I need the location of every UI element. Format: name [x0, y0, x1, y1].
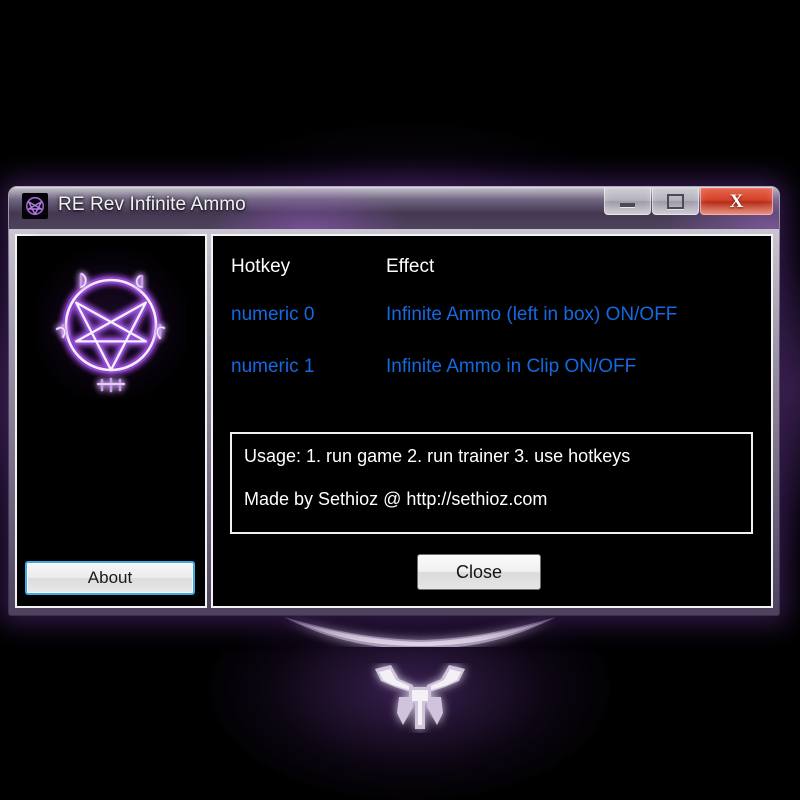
window-inner: RE Rev Infinite Ammo X About Hotkey Effe…	[9, 187, 779, 615]
column-header-hotkey: Hotkey	[231, 256, 291, 277]
effect-cell: Infinite Ammo (left in box) ON/OFF	[386, 304, 678, 325]
client-area: About Hotkey Effect numeric 0 Infinite A…	[9, 229, 779, 615]
main-panel: Hotkey Effect numeric 0 Infinite Ammo (l…	[211, 234, 773, 608]
close-button-label: Close	[455, 561, 503, 582]
maximize-icon	[667, 193, 684, 209]
window-title: RE Rev Infinite Ammo	[58, 194, 246, 215]
winged-trident-emblem	[270, 605, 570, 755]
table-row: numeric 1 Infinite Ammo in Clip ON/OFF	[231, 356, 753, 408]
emblem-trident-icon	[375, 665, 465, 729]
effect-cell: Infinite Ammo in Clip ON/OFF	[386, 356, 637, 377]
usage-info-box: Usage: 1. run game 2. run trainer 3. use…	[230, 432, 753, 534]
emblem-wing-icon	[284, 617, 556, 647]
about-button[interactable]: About	[25, 561, 195, 595]
table-row: numeric 0 Infinite Ammo (left in box) ON…	[231, 304, 753, 356]
pentagram-logo	[32, 245, 190, 402]
close-button[interactable]: Close	[417, 554, 541, 590]
usage-instructions-line: Usage: 1. run game 2. run trainer 3. use…	[244, 446, 631, 466]
credits-line: Made by Sethioz @ http://sethioz.com	[244, 489, 548, 509]
about-button-label: About	[87, 568, 133, 587]
column-header-effect: Effect	[386, 256, 435, 277]
window-controls: X	[604, 188, 773, 215]
maximize-button[interactable]	[652, 188, 699, 215]
close-icon: X	[729, 190, 744, 212]
hotkey-table: Hotkey Effect numeric 0 Infinite Ammo (l…	[231, 252, 753, 408]
pentagram-icon-svg	[25, 196, 45, 216]
hotkey-cell: numeric 0	[231, 304, 315, 325]
minimize-icon	[620, 203, 635, 207]
hotkey-cell: numeric 1	[231, 356, 315, 377]
left-panel: About	[15, 234, 207, 608]
minimize-button[interactable]	[604, 188, 651, 215]
application-window: RE Rev Infinite Ammo X About Hotkey Effe…	[8, 186, 780, 616]
title-bar[interactable]: RE Rev Infinite Ammo X	[9, 187, 779, 229]
pentagram-logo-svg	[36, 248, 186, 399]
pentagram-icon	[22, 193, 48, 219]
close-window-button[interactable]: X	[700, 188, 773, 215]
table-header-row: Hotkey Effect	[231, 252, 753, 304]
